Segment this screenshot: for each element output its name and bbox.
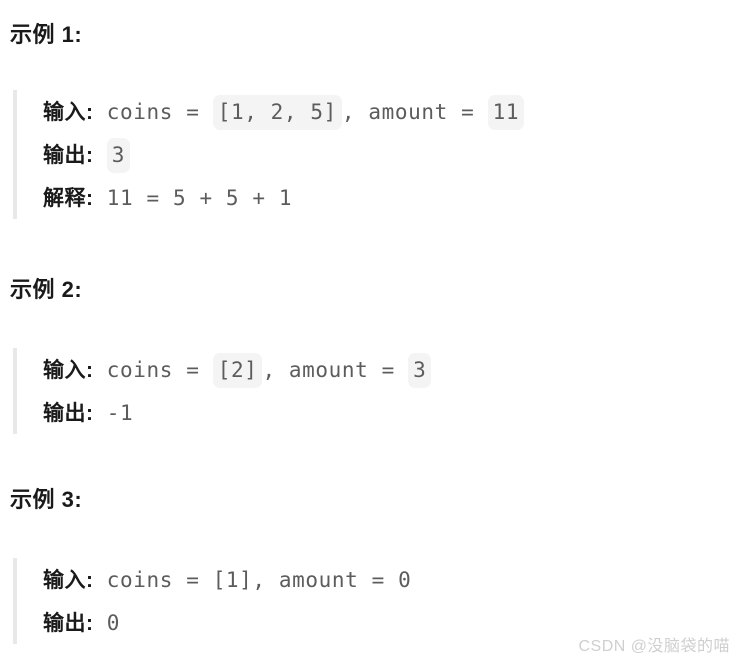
code-text: coins =: [93, 358, 213, 382]
example-1-line-explanation: 解释: 11 = 5 + 5 + 1: [43, 176, 524, 219]
code-text: 11 = 5 + 5 + 1: [93, 186, 293, 210]
output-label: 输出:: [43, 402, 94, 425]
example-3-line-output: 输出: 0: [43, 601, 411, 644]
code-chip-result: 3: [106, 138, 130, 173]
example-1-line-input: 输入: coins = [1, 2, 5], amount = 11: [43, 90, 525, 133]
example-heading-2: 示例 2:: [10, 277, 83, 302]
example-heading-1: 示例 1:: [10, 22, 83, 47]
example-document-page: 示例 1: 输入: coins = [1, 2, 5], amount = 11…: [0, 0, 742, 668]
code-text: 0: [93, 611, 120, 635]
output-label: 输出:: [43, 144, 94, 167]
example-block-3: 输入: coins = [1], amount = 0 输出: 0: [13, 558, 411, 644]
code-chip-coins: [2]: [212, 353, 263, 388]
code-text: , amount =: [262, 358, 409, 382]
example-heading-3: 示例 3:: [10, 487, 83, 512]
code-chip-coins: [1, 2, 5]: [212, 95, 342, 130]
input-label: 输入:: [43, 101, 94, 124]
output-label: 输出:: [43, 612, 94, 635]
code-chip-amount: 3: [408, 353, 432, 388]
code-chip-amount: 11: [487, 95, 525, 130]
code-text: , amount =: [341, 100, 488, 124]
input-label: 输入:: [43, 359, 94, 382]
example-3-line-input: 输入: coins = [1], amount = 0: [43, 558, 411, 601]
example-2-line-input: 输入: coins = [2], amount = 3: [43, 348, 432, 391]
code-text: -1: [93, 401, 134, 425]
explanation-label: 解释:: [43, 187, 94, 210]
code-text: coins =: [93, 100, 213, 124]
csdn-watermark: CSDN @没脑袋的喵: [578, 638, 730, 655]
example-block-1: 输入: coins = [1, 2, 5], amount = 11 输出: 3…: [13, 90, 525, 219]
input-label: 输入:: [43, 569, 94, 592]
code-text: coins = [1], amount = 0: [93, 568, 412, 592]
example-2-line-output: 输出: -1: [43, 391, 431, 434]
example-1-line-output: 输出: 3: [43, 133, 524, 176]
example-block-2: 输入: coins = [2], amount = 3 输出: -1: [13, 348, 432, 434]
